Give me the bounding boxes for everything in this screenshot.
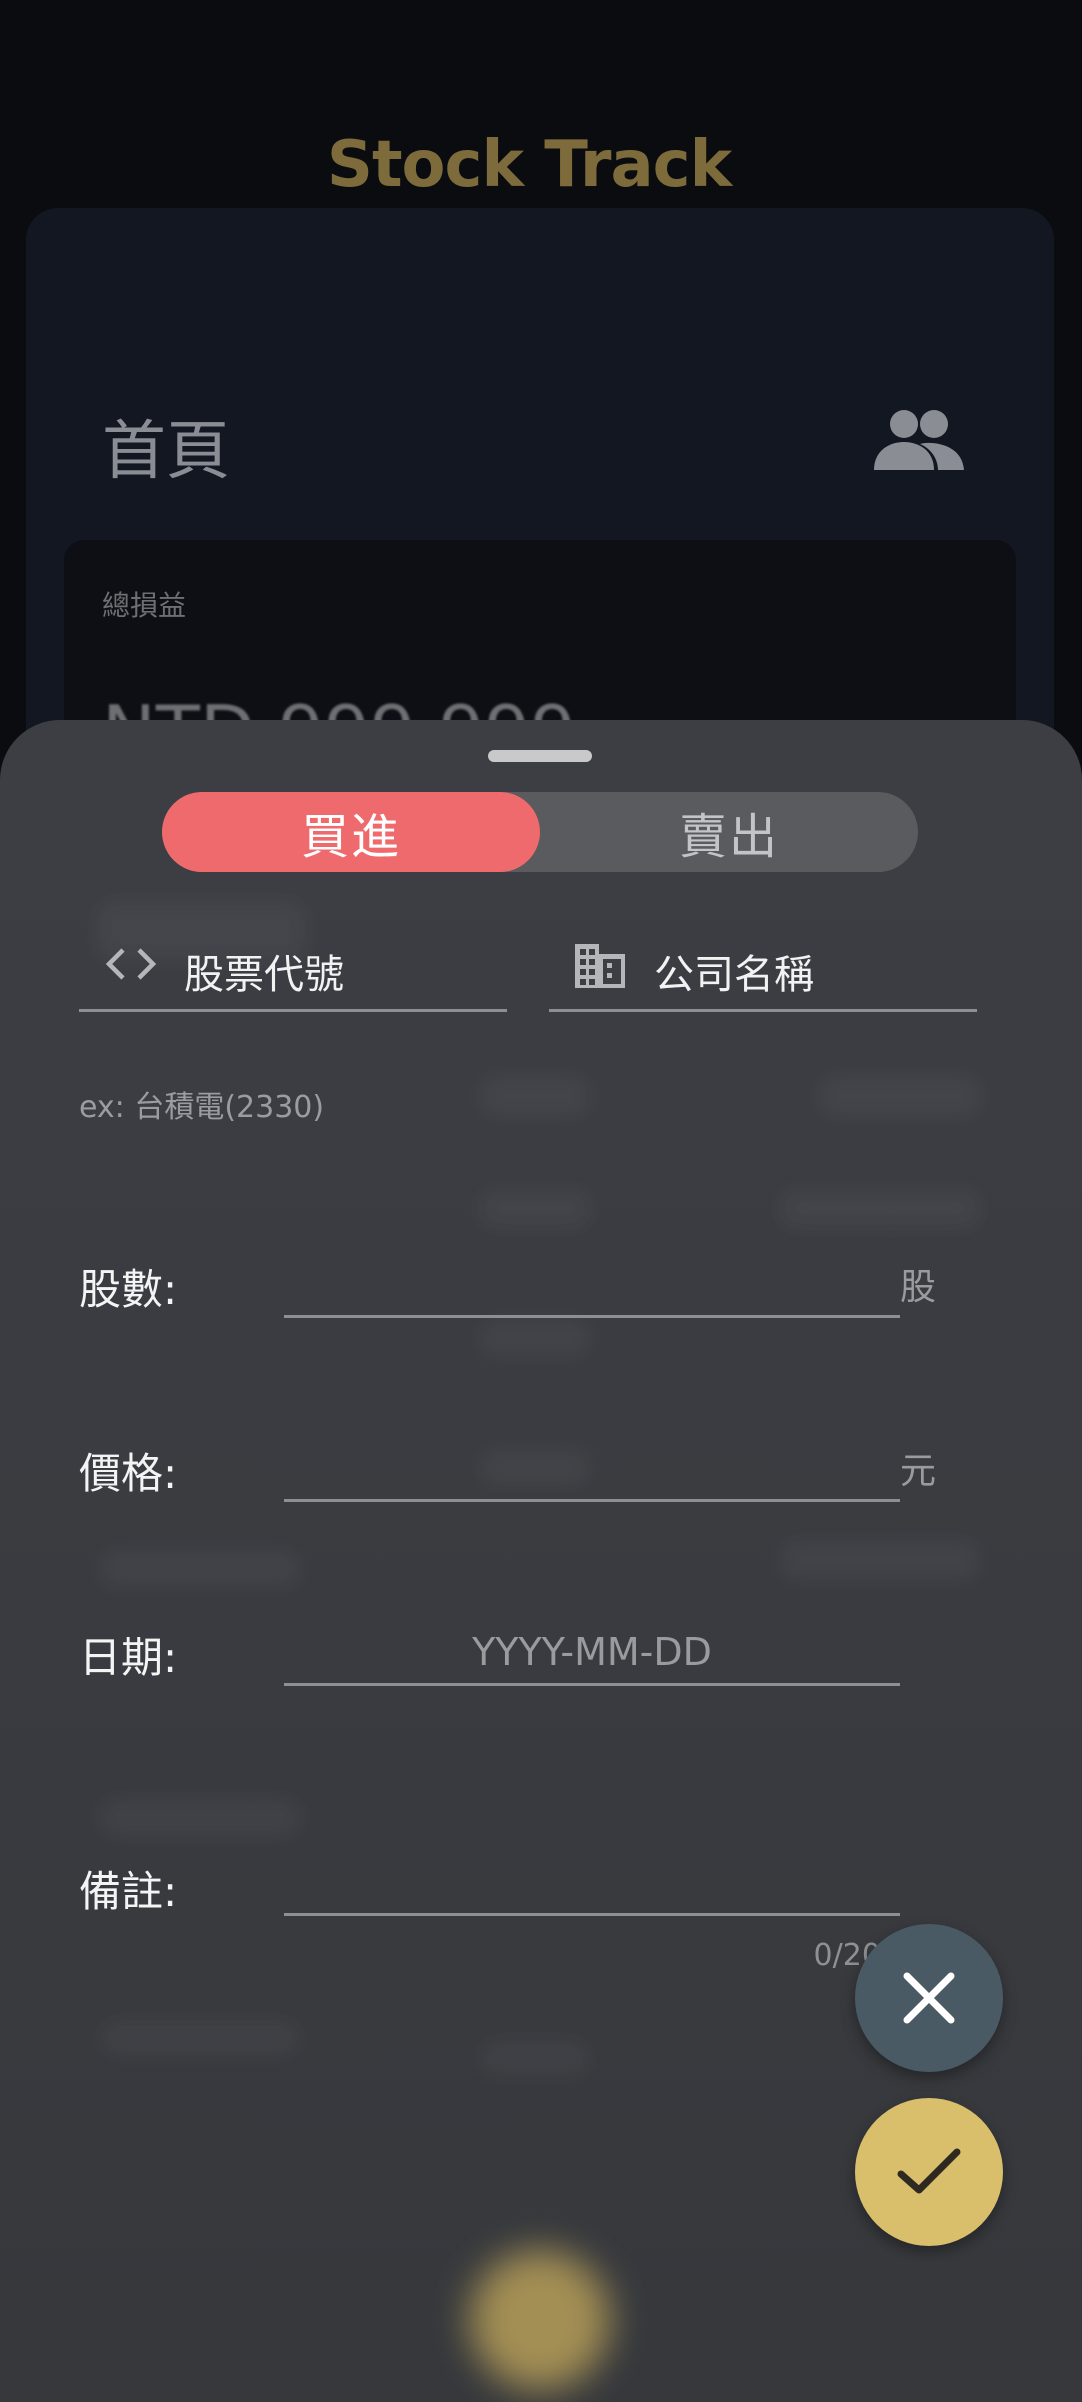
close-icon	[903, 1972, 955, 2024]
cancel-button[interactable]	[855, 1924, 1003, 2072]
blurred-list-shape	[780, 1190, 980, 1226]
bottom-sheet: 買進 賣出 股票代號 公司名稱 ex: 台積電(2330) 股數: 股 價格: …	[0, 720, 1082, 2402]
background-summary-label: 總損益	[102, 589, 187, 622]
building-icon	[575, 944, 625, 988]
stock-code-field[interactable]: 股票代號	[79, 942, 507, 1012]
blurred-list-shape	[100, 1800, 300, 1836]
blurred-list-shape	[780, 1540, 980, 1580]
blurred-list-shape	[480, 1450, 590, 1486]
date-label: 日期:	[79, 1633, 178, 1682]
note-label: 備註:	[79, 1867, 178, 1916]
app-title: Stock Track	[326, 128, 732, 202]
shares-suffix: 股	[900, 1267, 937, 1308]
buy-tab[interactable]: 買進	[162, 792, 540, 872]
blurred-list-shape	[100, 2020, 300, 2056]
shares-input[interactable]	[284, 1315, 900, 1318]
blurred-list-shape	[480, 1320, 590, 1356]
blurred-list-shape	[480, 1190, 590, 1226]
drag-handle[interactable]	[488, 750, 592, 762]
blurred-list-shape	[480, 1076, 590, 1116]
confirm-button[interactable]	[855, 2098, 1003, 2246]
note-input[interactable]	[284, 1913, 900, 1916]
code-brackets-icon	[105, 948, 157, 980]
company-name-field[interactable]: 公司名稱	[549, 942, 977, 1012]
blurred-list-shape	[100, 1550, 300, 1586]
stock-code-underline	[79, 1009, 507, 1012]
date-placeholder: YYYY-MM-DD	[472, 1630, 712, 1674]
stock-code-helper: ex: 台積電(2330)	[79, 1090, 325, 1125]
group-icon	[874, 410, 964, 470]
check-icon	[897, 2148, 961, 2194]
blurred-list-shape	[480, 2040, 590, 2076]
price-label: 價格:	[79, 1449, 178, 1498]
buy-sell-toggle: 買進 賣出	[162, 792, 918, 872]
background-page-title: 首頁	[102, 415, 230, 489]
date-input[interactable]	[284, 1683, 900, 1686]
price-suffix: 元	[900, 1451, 937, 1492]
price-input[interactable]	[284, 1499, 900, 1502]
blurred-list-shape	[820, 1076, 980, 1116]
stock-code-label: 股票代號	[184, 952, 344, 998]
company-name-label: 公司名稱	[654, 952, 814, 998]
sell-tab[interactable]: 賣出	[540, 792, 918, 872]
company-name-underline	[549, 1009, 977, 1012]
blurred-nav-glow	[470, 2250, 610, 2390]
shares-label: 股數:	[79, 1265, 178, 1314]
